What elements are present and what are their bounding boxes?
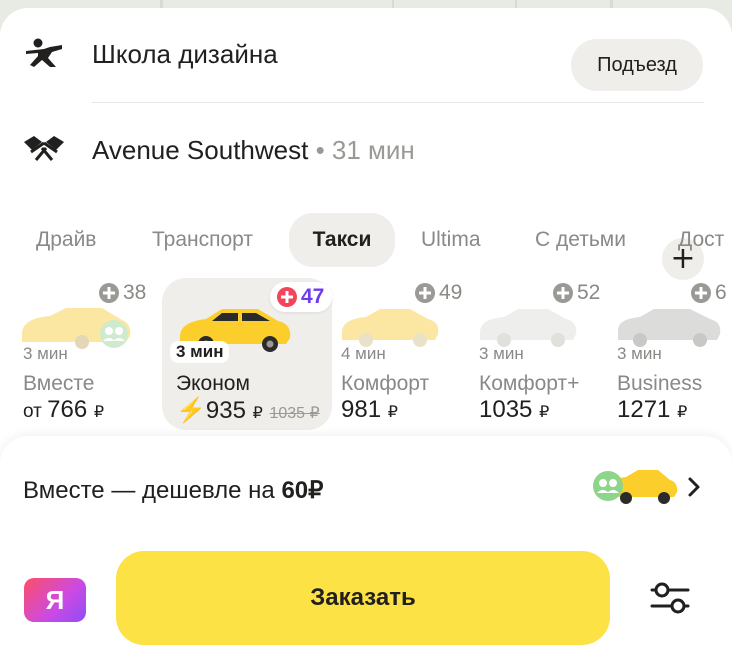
- plus-cashback-icon: [99, 283, 119, 303]
- together-promo-banner[interactable]: Вместе — дешевле на 60₽: [23, 476, 323, 505]
- price-value: 1035: [479, 396, 533, 423]
- tariff-eta: 3 мин: [479, 344, 524, 363]
- tariff-card-together[interactable]: 38 3 мин Вместе от 766 ₽: [0, 278, 150, 430]
- tariff-price: 1035 ₽: [479, 396, 549, 424]
- sliders-icon[interactable]: [648, 578, 692, 618]
- tariff-eta: 3 мин: [170, 341, 230, 363]
- old-currency: ₽: [309, 405, 320, 422]
- currency: ₽: [539, 404, 550, 421]
- badge-value: 6: [715, 281, 727, 304]
- tariff-card-comfort[interactable]: 49 4 мин Комфорт 981 ₽: [340, 278, 470, 430]
- price-value: 766: [47, 396, 88, 423]
- tariff-eta: 3 мин: [23, 344, 68, 363]
- currency: ₽: [252, 405, 263, 422]
- price-value: 1271: [617, 396, 671, 423]
- plus-points-badge: 38: [98, 278, 146, 308]
- price-prefix: от: [23, 401, 48, 422]
- plus-cashback-icon: [691, 283, 711, 303]
- promo-text: Вместе — дешевле на: [23, 477, 282, 504]
- together-car-icon: [593, 470, 678, 504]
- tariff-price: от 766 ₽: [23, 396, 104, 424]
- tab-with-kids[interactable]: С детьми: [535, 213, 626, 267]
- from-address: Школа дизайна: [92, 39, 278, 69]
- finish-flags-icon: [24, 136, 64, 161]
- tariff-name: Business: [617, 372, 703, 395]
- tariff-eta: 4 мин: [341, 344, 386, 363]
- tab-delivery[interactable]: Дост: [678, 213, 724, 267]
- tariff-name: Комфорт: [341, 372, 430, 395]
- plus-cashback-icon: [553, 283, 573, 303]
- tariff-card-business[interactable]: 6 3 мин Business 1271 ₽: [616, 278, 732, 430]
- plus-cashback-icon: [277, 287, 297, 307]
- surge-bolt-icon: ⚡: [176, 397, 206, 424]
- badge-value: 38: [123, 281, 147, 304]
- promo-amount: 60₽: [281, 477, 324, 504]
- currency: ₽: [93, 404, 105, 421]
- tariff-card-economy[interactable]: 47 3 мин Эконом ⚡935 ₽ 1035 ₽: [162, 278, 333, 430]
- badge-value: 49: [439, 281, 463, 304]
- currency: ₽: [387, 404, 398, 421]
- entrance-button[interactable]: Подъезд: [571, 39, 703, 91]
- tab-ultima[interactable]: Ultima: [421, 213, 481, 267]
- tariff-price: ⚡935 ₽ 1035 ₽: [176, 396, 320, 425]
- tariff-eta: 3 мин: [617, 344, 662, 363]
- tab-drive[interactable]: Драйв: [36, 213, 96, 267]
- old-price: 1035 ₽: [269, 405, 319, 422]
- plus-cashback-icon: [415, 283, 435, 303]
- price-value: 981: [341, 396, 382, 423]
- destination-name: Avenue Southwest: [92, 135, 309, 165]
- yandex-button[interactable]: Я: [24, 578, 86, 622]
- plus-points-badge: 52: [552, 278, 600, 308]
- order-panel: Вместе — дешевле на 60₽ Я Заказать: [0, 436, 732, 666]
- price-value: 935: [205, 397, 246, 424]
- tariff-card-comfort-plus[interactable]: 52 3 мин Комфорт+ 1035 ₽: [478, 278, 608, 430]
- chevron-right-icon[interactable]: [686, 474, 702, 500]
- badge-value: 47: [301, 285, 325, 308]
- tariff-name: Комфорт+: [479, 372, 580, 395]
- pedestrian-icon: [26, 38, 62, 67]
- tariff-price: 1271 ₽: [617, 396, 687, 424]
- order-button[interactable]: Заказать: [116, 551, 610, 645]
- destination-address: Avenue Southwest • 31 мин: [92, 136, 415, 164]
- travel-time: • 31 мин: [308, 135, 415, 165]
- badge-value: 52: [577, 281, 601, 304]
- currency: ₽: [677, 404, 688, 421]
- tab-transport[interactable]: Транспорт: [152, 213, 253, 267]
- plus-points-badge: 6: [690, 278, 727, 308]
- plus-points-badge: 49: [414, 278, 462, 308]
- route-divider: [92, 102, 704, 103]
- old-price-value: 1035: [269, 405, 306, 422]
- tariff-price: 981 ₽: [341, 396, 398, 424]
- route-from-row[interactable]: Школа дизайна Подъезд: [0, 18, 732, 91]
- tab-taxi[interactable]: Такси: [289, 213, 395, 267]
- tariff-carousel: 38 3 мин Вместе от 766 ₽ 47 3 мин Эконом…: [0, 278, 732, 438]
- service-tabs: Драйв Транспорт Такси Ultima С детьми До…: [0, 213, 732, 267]
- tariff-name: Вместе: [23, 372, 95, 395]
- route-to-row[interactable]: Avenue Southwest • 31 мин +: [0, 114, 732, 280]
- tariff-name: Эконом: [176, 372, 250, 395]
